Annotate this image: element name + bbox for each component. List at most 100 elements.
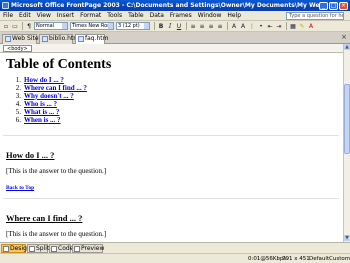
tab-split[interactable]: Split <box>27 244 50 253</box>
horizontal-rule <box>3 198 339 199</box>
window-title: Microsoft Office FrontPage 2003 - C:\Doc… <box>11 2 319 9</box>
help-search-input[interactable]: Type a question for help <box>286 12 344 20</box>
menu-frames[interactable]: Frames <box>167 12 195 19</box>
menu-bar: File Edit View Insert Format Tools Table… <box>0 11 350 21</box>
menu-view[interactable]: View <box>34 12 54 19</box>
design-view-icon <box>3 246 9 252</box>
decrease-font-icon[interactable]: A <box>239 22 247 30</box>
toc-link-where[interactable]: Where can I find ... ? <box>24 84 87 92</box>
underline-button[interactable]: U <box>175 22 183 30</box>
open-icon[interactable]: ▭ <box>11 22 19 30</box>
list-item: 6. When is ... ? <box>12 116 87 124</box>
toolbar-separator <box>22 22 23 30</box>
toc-link-who[interactable]: Who is ... ? <box>24 100 57 108</box>
bold-button[interactable]: B <box>157 22 165 30</box>
toc-number: 4. <box>15 100 21 108</box>
toolbar-separator <box>286 22 287 30</box>
menu-format[interactable]: Format <box>77 12 104 19</box>
decrease-indent-icon[interactable]: ⇤ <box>266 22 274 30</box>
minimize-button[interactable]: _ <box>319 1 328 10</box>
menu-insert[interactable]: Insert <box>54 12 77 19</box>
toc-number: 2. <box>15 84 21 92</box>
back-to-top-link[interactable]: Back to Top <box>6 185 34 191</box>
increase-font-icon[interactable]: A <box>230 22 238 30</box>
toc-link-what[interactable]: What is ... ? <box>24 108 59 116</box>
scroll-up-icon[interactable]: ▲ <box>344 44 350 50</box>
font-size-select[interactable]: 3 (12 pt) <box>116 22 150 30</box>
scroll-down-icon[interactable]: ▼ <box>344 235 350 241</box>
preview-view-icon <box>74 246 80 252</box>
tab-design[interactable]: Design <box>1 244 31 253</box>
style-select[interactable]: Normal <box>34 22 68 30</box>
tab-web-site[interactable]: Web Site <box>2 34 39 44</box>
status-bar: 0:01@56Kbps 791 x 451 Default Custom <box>0 253 350 263</box>
numbered-list-icon[interactable]: ⋮ <box>248 22 256 30</box>
toc-number: 6. <box>15 116 21 124</box>
increase-indent-icon[interactable]: ⇥ <box>275 22 283 30</box>
page-dimensions: 791 x 451 <box>282 256 310 262</box>
list-item: 1. How do I ... ? <box>12 76 87 84</box>
frontpage-app-icon[interactable] <box>2 2 9 9</box>
page-icon <box>78 36 84 42</box>
tab-preview[interactable]: Preview <box>72 244 105 253</box>
highlight-icon[interactable]: ✎ <box>298 22 306 30</box>
align-left-icon[interactable]: ≡ <box>189 22 197 30</box>
style-icon[interactable]: ¶ <box>25 22 33 30</box>
menu-data[interactable]: Data <box>147 12 167 19</box>
toc-number: 3. <box>15 92 21 100</box>
close-tab-icon[interactable]: × <box>341 33 347 41</box>
view-label: Split <box>36 245 50 252</box>
toolbar-separator <box>154 22 155 30</box>
toc-link-how[interactable]: How do I ... ? <box>24 76 64 84</box>
list-item: 3. Why doesn't ... ? <box>12 92 87 100</box>
download-time: 0:01@56Kbps <box>248 256 287 262</box>
toolbar-separator <box>227 22 228 30</box>
font-select[interactable]: Times New Roman <box>70 22 114 30</box>
split-view-icon <box>29 246 35 252</box>
view-label: Preview <box>81 245 105 252</box>
bulleted-list-icon[interactable]: • <box>257 22 265 30</box>
section-heading-where: Where can I find ... ? <box>6 213 83 223</box>
align-right-icon[interactable]: ≡ <box>207 22 215 30</box>
formatting-toolbar: ▫ ▭ ¶ Normal Times New Roman 3 (12 pt) B… <box>0 21 350 32</box>
menu-file[interactable]: File <box>0 12 16 19</box>
menu-help[interactable]: Help <box>224 12 244 19</box>
menu-tools[interactable]: Tools <box>104 12 125 19</box>
design-canvas[interactable]: Table of Contents 1. How do I ... ? 2. Whe… <box>0 53 343 242</box>
list-item: 5. What is ... ? <box>12 108 87 116</box>
maximize-button[interactable]: □ <box>329 1 338 10</box>
align-center-icon[interactable]: ≡ <box>198 22 206 30</box>
answer-text: [This is the answer to the question.] <box>6 167 107 175</box>
justify-icon[interactable]: ≡ <box>216 22 224 30</box>
font-color-icon[interactable]: A <box>307 22 315 30</box>
tab-label: Web Site <box>12 35 39 42</box>
tab-code[interactable]: Code <box>49 244 73 253</box>
body-tag-chip[interactable]: <body> <box>3 45 32 52</box>
toolbar-separator <box>186 22 187 30</box>
borders-icon[interactable]: ▦ <box>289 22 297 30</box>
menu-edit[interactable]: Edit <box>16 12 34 19</box>
tab-biblio[interactable]: biblio.htm <box>39 34 79 44</box>
vertical-scrollbar[interactable]: ▲ ▼ <box>343 44 350 242</box>
document-tabs: Web Site biblio.htm faq.htm <box>0 32 350 44</box>
window-controls: _ □ × <box>319 1 348 10</box>
new-page-icon[interactable]: ▫ <box>2 22 10 30</box>
menu-table[interactable]: Table <box>125 12 147 19</box>
italic-button[interactable]: I <box>166 22 174 30</box>
horizontal-rule <box>3 135 339 136</box>
scroll-thumb[interactable] <box>344 84 350 154</box>
toc-number: 5. <box>15 108 21 116</box>
list-item: 4. Who is ... ? <box>12 100 87 108</box>
section-heading-how: How do I ... ? <box>6 150 55 160</box>
toc-link-why[interactable]: Why doesn't ... ? <box>24 92 74 100</box>
toc-list: 1. How do I ... ? 2. Where can I find ... … <box>12 76 87 124</box>
quick-tag-selector: <body> <box>0 44 343 53</box>
code-view-icon <box>51 246 57 252</box>
toc-number: 1. <box>15 76 21 84</box>
answer-text: [This is the answer to the question.] <box>6 230 107 238</box>
tab-faq[interactable]: faq.htm <box>75 34 109 44</box>
close-window-button[interactable]: × <box>339 1 348 10</box>
toc-link-when[interactable]: When is ... ? <box>24 116 61 124</box>
default-mode: Default <box>309 256 330 262</box>
menu-window[interactable]: Window <box>195 12 225 19</box>
